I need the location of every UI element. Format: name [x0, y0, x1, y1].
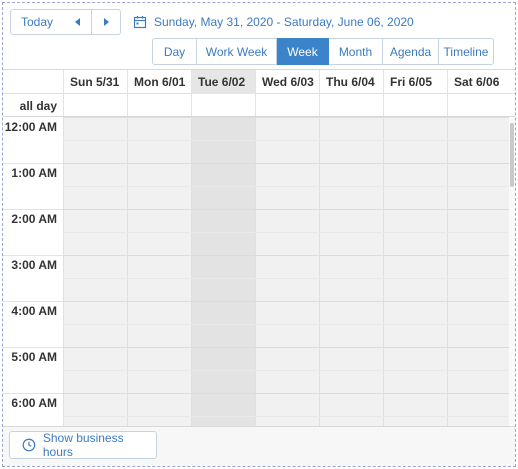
half-hour-line [63, 278, 511, 279]
today-button[interactable]: Today [10, 9, 64, 35]
time-label: 4:00 AM [11, 304, 57, 318]
hour-line [63, 163, 511, 164]
all-day-cell[interactable] [191, 94, 255, 116]
day-header[interactable]: Wed 6/03 [255, 70, 319, 94]
all-day-row: all day [3, 94, 515, 117]
scheduler: Today Sunday, May 31, 2020 - Saturday, J… [2, 2, 516, 467]
hour-line [63, 347, 511, 348]
day-header[interactable]: Thu 6/04 [319, 70, 383, 94]
time-separator [3, 393, 63, 394]
all-day-cell[interactable] [319, 94, 383, 116]
hour-line [63, 209, 511, 210]
all-day-label: all day [19, 98, 57, 113]
day-header[interactable]: Tue 6/02 [191, 70, 255, 94]
view-week[interactable]: Week [277, 38, 329, 65]
chevron-right-icon [103, 18, 109, 26]
time-label: 3:00 AM [11, 258, 57, 272]
date-range-button[interactable]: Sunday, May 31, 2020 - Saturday, June 06… [133, 13, 414, 31]
footer: Show business hours [3, 426, 515, 466]
all-day-cell[interactable] [447, 94, 511, 116]
time-separator [3, 347, 63, 348]
chevron-left-icon [74, 18, 80, 26]
time-label: 2:00 AM [11, 212, 57, 226]
time-column: 12:00 AM 1:00 AM 2:00 AM 3:00 AM 4:00 AM 5:00… [3, 117, 63, 426]
show-business-hours-label: Show business hours [42, 431, 124, 459]
half-hour-line [63, 186, 511, 187]
view-agenda[interactable]: Agenda [383, 38, 439, 65]
half-hour-line [63, 324, 511, 325]
day-header-row: Sun 5/31 Mon 6/01 Tue 6/02 Wed 6/03 Thu 6/04… [3, 70, 515, 94]
week-grid: Sun 5/31 Mon 6/01 Tue 6/02 Wed 6/03 Thu 6/04… [3, 69, 515, 426]
view-switcher: Day Work Week Week Month Agenda Timeline [152, 38, 494, 65]
day-header[interactable]: Sun 5/31 [63, 70, 127, 94]
next-button[interactable] [91, 9, 121, 35]
time-label: 6:00 AM [11, 396, 57, 410]
half-hour-line [63, 140, 511, 141]
hour-line [63, 393, 511, 394]
show-business-hours-button[interactable]: Show business hours [9, 431, 157, 459]
scrollbar[interactable] [509, 117, 515, 426]
time-label: 5:00 AM [11, 350, 57, 364]
hour-line [63, 301, 511, 302]
view-work-week[interactable]: Work Week [197, 38, 277, 65]
day-header[interactable]: Mon 6/01 [127, 70, 191, 94]
all-day-cell[interactable] [63, 94, 127, 116]
time-grid[interactable]: 12:00 AM 1:00 AM 2:00 AM 3:00 AM 4:00 AM 5:00… [3, 117, 515, 426]
view-day[interactable]: Day [152, 38, 197, 65]
all-day-cell[interactable] [127, 94, 191, 116]
day-header[interactable]: Sat 6/06 [447, 70, 511, 94]
time-separator [3, 255, 63, 256]
view-timeline[interactable]: Timeline [439, 38, 494, 65]
all-day-cell[interactable] [255, 94, 319, 116]
half-hour-line [63, 370, 511, 371]
time-label: 12:00 AM [4, 120, 57, 134]
toolbar: Today Sunday, May 31, 2020 - Saturday, J… [3, 3, 515, 69]
view-month[interactable]: Month [329, 38, 383, 65]
time-separator [3, 209, 63, 210]
all-day-cell[interactable] [383, 94, 447, 116]
day-header[interactable]: Fri 6/05 [383, 70, 447, 94]
scrollbar-thumb[interactable] [510, 123, 514, 187]
hour-line [63, 255, 511, 256]
time-label: 1:00 AM [11, 166, 57, 180]
half-hour-line [63, 416, 511, 417]
hour-line [63, 117, 511, 118]
time-separator [3, 301, 63, 302]
half-hour-line [63, 232, 511, 233]
date-range-label: Sunday, May 31, 2020 - Saturday, June 06… [154, 15, 414, 29]
calendar-icon [133, 16, 147, 29]
time-separator [3, 163, 63, 164]
prev-button[interactable] [63, 9, 92, 35]
clock-icon [22, 438, 36, 452]
